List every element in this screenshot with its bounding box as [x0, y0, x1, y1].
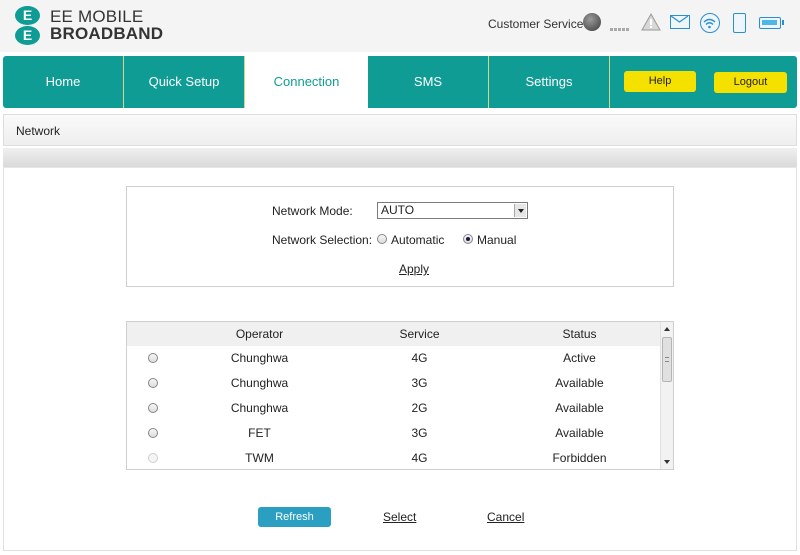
operator-cell: Chunghwa [230, 351, 289, 365]
status-cell: Active [563, 351, 596, 365]
table-row[interactable]: FET 3G Available [127, 421, 661, 446]
warning-icon[interactable] [641, 13, 661, 31]
section-header: Network [3, 114, 797, 146]
sim-status-icon[interactable] [583, 13, 601, 31]
radio-manual[interactable] [463, 234, 473, 244]
network-settings-panel: Network Mode: AUTO Network Selection: Au… [126, 186, 674, 287]
row-select-radio[interactable] [148, 428, 158, 438]
logout-button[interactable]: Logout [714, 72, 787, 93]
radio-manual-label[interactable]: Manual [477, 233, 516, 247]
tab-sms[interactable]: SMS [368, 56, 489, 108]
radio-automatic-label[interactable]: Automatic [391, 233, 444, 247]
cancel-link[interactable]: Cancel [487, 510, 524, 524]
row-select-radio [148, 453, 158, 463]
device-icon[interactable] [733, 13, 746, 33]
row-select-radio[interactable] [148, 403, 158, 413]
service-cell: 3G [411, 426, 428, 440]
service-cell: 4G [411, 451, 428, 465]
network-mode-value: AUTO [381, 203, 415, 217]
status-cell: Forbidden [552, 451, 607, 465]
tab-home[interactable]: Home [3, 56, 124, 108]
operator-cell: TWM [245, 451, 274, 465]
brand-line-1: EE MOBILE [50, 7, 144, 26]
column-header-status: Status [562, 327, 597, 341]
operator-table: Operator Service Status Chunghwa 4G Acti… [126, 321, 674, 470]
service-cell: 4G [411, 351, 428, 365]
table-row: TWM 4G Forbidden [127, 446, 661, 469]
scroll-down-arrow-icon[interactable] [664, 460, 670, 464]
main-nav: Home Quick Setup Connection SMS Settings… [3, 56, 797, 108]
table-header: Operator Service Status [127, 322, 661, 346]
operator-cell: Chunghwa [230, 401, 289, 415]
status-cell: Available [555, 401, 604, 415]
table-row[interactable]: Chunghwa 3G Available [127, 371, 661, 396]
network-mode-label: Network Mode: [272, 204, 353, 218]
signal-strength-icon [610, 17, 632, 31]
row-select-radio[interactable] [148, 378, 158, 388]
help-button[interactable]: Help [624, 71, 696, 92]
tab-settings[interactable]: Settings [489, 56, 610, 108]
select-link[interactable]: Select [383, 510, 416, 524]
scroll-up-arrow-icon[interactable] [664, 327, 670, 331]
scroll-thumb[interactable] [662, 337, 672, 382]
table-row[interactable]: Chunghwa 4G Active [127, 346, 661, 371]
chevron-down-icon[interactable] [514, 204, 526, 217]
logo-bottom-mark: E [15, 26, 40, 45]
apply-link[interactable]: Apply [399, 262, 429, 276]
ee-logo: E E [14, 6, 42, 46]
network-mode-select[interactable]: AUTO [377, 202, 528, 219]
service-cell: 3G [411, 376, 428, 390]
column-header-operator: Operator [235, 327, 284, 341]
refresh-button[interactable]: Refresh [258, 507, 331, 527]
column-header-service: Service [399, 327, 440, 341]
service-cell: 2G [411, 401, 428, 415]
message-icon[interactable] [670, 15, 690, 29]
radio-automatic[interactable] [377, 234, 387, 244]
table-row[interactable]: Chunghwa 2G Available [127, 396, 661, 421]
network-selection-label: Network Selection: [272, 233, 373, 247]
header: E E EE MOBILE BROADBAND Customer Service [0, 0, 800, 52]
section-band [3, 148, 797, 168]
operator-cell: FET [248, 426, 271, 440]
row-select-radio[interactable] [148, 353, 158, 363]
tab-quick-setup[interactable]: Quick Setup [124, 56, 245, 108]
status-cell: Available [555, 376, 604, 390]
battery-icon [759, 17, 784, 29]
table-scrollbar[interactable] [660, 322, 673, 469]
customer-service-link[interactable]: Customer Service [488, 17, 583, 31]
section-title: Network [16, 124, 61, 138]
wifi-icon[interactable] [700, 13, 720, 33]
logo-top-mark: E [15, 6, 40, 25]
tab-connection[interactable]: Connection [245, 56, 368, 108]
operator-cell: Chunghwa [230, 376, 289, 390]
brand-name: EE MOBILE BROADBAND [50, 8, 163, 42]
status-cell: Available [555, 426, 604, 440]
brand-line-2: BROADBAND [50, 24, 164, 43]
